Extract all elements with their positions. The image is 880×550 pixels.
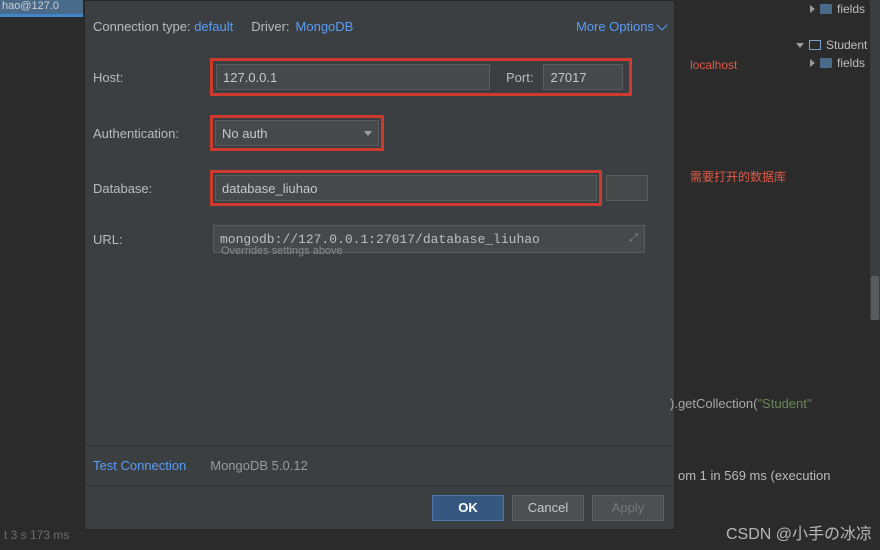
database-row: Database: bbox=[93, 170, 666, 206]
dialog-footer: Test Connection MongoDB 5.0.12 bbox=[85, 445, 674, 485]
annotation-database: 需要打开的数据库 bbox=[690, 168, 786, 185]
authentication-label: Authentication: bbox=[93, 126, 213, 141]
tree-row-fields-1[interactable]: fields bbox=[790, 0, 880, 18]
folder-icon bbox=[820, 4, 832, 14]
connection-type-value[interactable]: default bbox=[194, 19, 233, 34]
watermark: CSDN @小手の冰凉 bbox=[726, 520, 872, 544]
port-label: Port: bbox=[506, 70, 533, 85]
database-extra-button[interactable] bbox=[606, 175, 648, 201]
more-options-label: More Options bbox=[576, 19, 654, 34]
connection-settings-dialog: Connection type: default Driver: MongoDB… bbox=[84, 0, 675, 530]
console-code-line: ).getCollection("Student" bbox=[670, 396, 811, 411]
database-label: Database: bbox=[93, 181, 213, 196]
connection-type-row: Connection type: default Driver: MongoDB… bbox=[93, 13, 666, 39]
host-port-highlight: Port: bbox=[210, 58, 632, 96]
tree-row-fields-2[interactable]: fields bbox=[790, 54, 880, 72]
authentication-select[interactable]: No auth bbox=[215, 120, 379, 146]
authentication-value: No auth bbox=[222, 126, 268, 141]
more-options-link[interactable]: More Options bbox=[576, 19, 666, 34]
annotation-localhost: localhost bbox=[690, 58, 737, 72]
port-input[interactable] bbox=[543, 64, 623, 90]
authentication-highlight: No auth bbox=[210, 115, 384, 151]
status-duration: t 3 s 173 ms bbox=[4, 528, 69, 542]
tree-label: fields bbox=[837, 56, 865, 70]
console-string: "Student" bbox=[757, 396, 811, 411]
url-label: URL: bbox=[93, 232, 213, 247]
driver-version: MongoDB 5.0.12 bbox=[210, 458, 308, 473]
connection-type-label: Connection type: bbox=[93, 19, 191, 34]
authentication-row: Authentication: No auth bbox=[93, 115, 666, 151]
apply-button[interactable]: Apply bbox=[592, 495, 664, 521]
cancel-button[interactable]: Cancel bbox=[512, 495, 584, 521]
database-input[interactable] bbox=[215, 175, 597, 201]
folder-icon bbox=[820, 58, 832, 68]
tree-scrollbar-track bbox=[870, 0, 880, 320]
driver-label: Driver: bbox=[251, 19, 289, 34]
chevron-down-icon bbox=[656, 19, 667, 30]
driver-value[interactable]: MongoDB bbox=[296, 19, 354, 34]
chevron-down-icon bbox=[796, 43, 804, 48]
chevron-right-icon bbox=[810, 5, 815, 13]
active-tab-title[interactable]: hao@127.0 bbox=[0, 0, 83, 14]
database-highlight bbox=[210, 170, 602, 206]
console-result-line: om 1 in 569 ms (execution bbox=[678, 468, 830, 483]
console-text: ).getCollection( bbox=[670, 396, 757, 411]
tree-label: Student bbox=[826, 38, 867, 52]
tree-label: fields bbox=[837, 2, 865, 16]
host-input[interactable] bbox=[216, 64, 490, 90]
dropdown-icon bbox=[364, 131, 372, 136]
host-row: Host: Port: bbox=[93, 58, 666, 96]
expand-icon[interactable]: ⤢ bbox=[629, 233, 638, 245]
table-icon bbox=[809, 40, 821, 50]
active-tab-indicator bbox=[0, 14, 83, 17]
ok-button[interactable]: OK bbox=[432, 495, 504, 521]
button-bar: OK Cancel Apply bbox=[85, 485, 674, 529]
host-label: Host: bbox=[93, 70, 213, 85]
database-tree: fields Student fields bbox=[790, 0, 880, 72]
url-hint: Overrides settings above bbox=[221, 245, 666, 257]
chevron-right-icon bbox=[810, 59, 815, 67]
tree-scrollbar-thumb[interactable] bbox=[871, 276, 879, 320]
test-connection-link[interactable]: Test Connection bbox=[93, 458, 186, 473]
tree-row-student[interactable]: Student bbox=[790, 36, 880, 54]
